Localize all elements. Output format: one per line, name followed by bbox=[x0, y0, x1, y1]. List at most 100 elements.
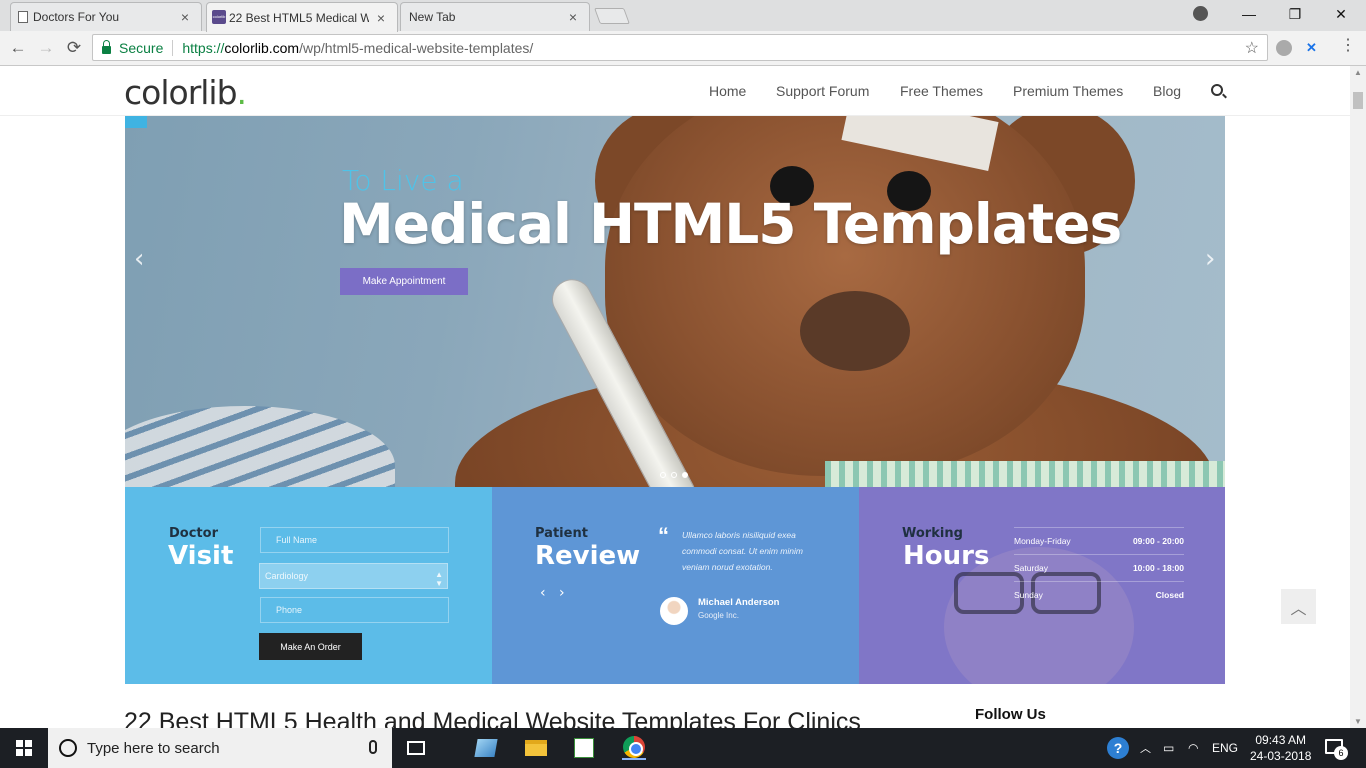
show-hidden-icons-button[interactable]: ︿ bbox=[1140, 728, 1151, 768]
nav-home[interactable]: Home bbox=[709, 83, 746, 99]
address-bar[interactable]: Secure https:// colorlib.com /wp/html5-m… bbox=[92, 34, 1268, 61]
nav-premium-themes[interactable]: Premium Themes bbox=[1013, 83, 1123, 99]
chrome-menu-icon[interactable]: ⋮ bbox=[1340, 38, 1356, 56]
folder-icon bbox=[525, 740, 547, 756]
url-scheme: https:// bbox=[182, 39, 225, 56]
search-placeholder: Type here to search bbox=[87, 739, 220, 757]
hours-row: Monday-Friday 09:00 - 20:00 bbox=[1014, 527, 1184, 554]
hours-row: Sunday Closed bbox=[1014, 581, 1184, 608]
scroll-up-icon[interactable]: ▲ bbox=[1354, 68, 1362, 77]
follow-us-heading: Follow Us bbox=[975, 706, 1046, 723]
patient-review-panel: Patient Review “ Ullamco laboris nisiliq… bbox=[492, 487, 859, 684]
url-path: /wp/html5-medical-website-templates/ bbox=[299, 39, 534, 56]
reload-button[interactable]: ⟳ bbox=[61, 35, 87, 61]
app-icon bbox=[474, 739, 498, 757]
battery-icon[interactable]: ▭ bbox=[1163, 728, 1174, 768]
nav-blog[interactable]: Blog bbox=[1153, 83, 1181, 99]
close-tab-icon[interactable]: × bbox=[373, 10, 389, 26]
close-window-button[interactable]: ✕ bbox=[1318, 0, 1364, 28]
panel-title: Review bbox=[535, 541, 641, 571]
divider bbox=[172, 39, 174, 56]
reviewer-name: Michael Anderson bbox=[698, 597, 780, 608]
profile-icon[interactable] bbox=[1193, 6, 1208, 21]
slider-dot[interactable] bbox=[671, 472, 677, 478]
extension-x-icon[interactable]: ✕ bbox=[1306, 40, 1322, 56]
hours-row: Saturday 10:00 - 18:00 bbox=[1014, 554, 1184, 581]
bear-nose-illustration bbox=[800, 291, 910, 371]
browser-toolbar: ← → ⟳ Secure https:// colorlib.com /wp/h… bbox=[0, 31, 1366, 66]
help-tray-button[interactable]: ? bbox=[1107, 728, 1129, 768]
chrome-icon bbox=[623, 736, 645, 758]
start-button[interactable] bbox=[0, 728, 48, 768]
microphone-icon[interactable] bbox=[369, 740, 377, 754]
chart-app-icon bbox=[574, 738, 594, 758]
reviewer-company: Google Inc. bbox=[698, 611, 739, 620]
tab-title: 22 Best HTML5 Medical W bbox=[229, 10, 369, 25]
wifi-icon[interactable]: ◠ bbox=[1188, 728, 1198, 768]
tab-new-tab[interactable]: New Tab × bbox=[400, 2, 590, 31]
tab-title: Doctors For You bbox=[33, 10, 120, 24]
full-name-field[interactable]: Full Name bbox=[260, 527, 449, 553]
hours-day: Sunday bbox=[1014, 590, 1043, 600]
slider-next-arrow-icon[interactable]: › bbox=[1205, 244, 1215, 274]
slider-dot-active[interactable] bbox=[682, 472, 688, 478]
working-hours-panel: Working Hours Monday-Friday 09:00 - 20:0… bbox=[859, 487, 1225, 684]
department-select[interactable]: Cardiology ▲ ▼ bbox=[259, 563, 448, 589]
panel-subtitle: Patient bbox=[535, 526, 588, 541]
language-indicator[interactable]: ENG bbox=[1212, 728, 1238, 768]
taskbar-app-button[interactable] bbox=[474, 736, 498, 760]
back-button[interactable]: ← bbox=[5, 35, 31, 61]
nav-support-forum[interactable]: Support Forum bbox=[776, 83, 869, 99]
clock-date: 24-03-2018 bbox=[1250, 749, 1312, 763]
slider-pagination bbox=[660, 472, 688, 478]
maximize-button[interactable]: ❐ bbox=[1272, 0, 1318, 28]
blanket-illustration bbox=[825, 461, 1225, 487]
page-scrollbar[interactable]: ▲ ▼ bbox=[1350, 66, 1366, 728]
taskbar-app-button[interactable] bbox=[572, 736, 596, 760]
panel-subtitle: Doctor bbox=[169, 526, 218, 541]
nav-free-themes[interactable]: Free Themes bbox=[900, 83, 983, 99]
back-to-top-button[interactable]: ︿ bbox=[1281, 589, 1316, 624]
hours-time: 09:00 - 20:00 bbox=[1132, 536, 1184, 546]
taskbar-search-box[interactable]: Type here to search bbox=[48, 728, 392, 768]
file-explorer-button[interactable] bbox=[524, 736, 548, 760]
phone-field[interactable]: Phone bbox=[260, 597, 449, 623]
help-icon: ? bbox=[1107, 737, 1129, 759]
make-an-order-button[interactable]: Make An Order bbox=[259, 633, 362, 660]
slider-dot[interactable] bbox=[660, 472, 666, 478]
tab-colorlib-medical[interactable]: colorlib 22 Best HTML5 Medical W × bbox=[206, 2, 398, 32]
scrollbar-thumb[interactable] bbox=[1353, 92, 1363, 109]
extension-icon[interactable] bbox=[1276, 40, 1292, 56]
secure-label: Secure bbox=[119, 39, 164, 56]
minimize-button[interactable]: — bbox=[1226, 0, 1272, 28]
forward-button[interactable]: → bbox=[33, 35, 59, 61]
taskbar-clock[interactable]: 09:43 AM 24-03-2018 bbox=[1250, 732, 1311, 764]
review-quote: Ullamco laboris nisiliquid exea commodi … bbox=[682, 530, 803, 572]
panel-title: Visit bbox=[168, 541, 234, 571]
bookmark-star-icon[interactable]: ☆ bbox=[1245, 38, 1259, 58]
new-tab-button[interactable] bbox=[594, 8, 630, 24]
task-view-button[interactable] bbox=[404, 736, 428, 760]
settings-badge-icon[interactable] bbox=[125, 116, 147, 128]
colorlib-logo[interactable]: colorlib. bbox=[124, 73, 247, 112]
windows-logo-icon bbox=[16, 740, 32, 756]
chrome-taskbar-button[interactable] bbox=[622, 736, 646, 760]
close-tab-icon[interactable]: × bbox=[177, 9, 193, 25]
hero-title: Medical HTML5 Templates bbox=[339, 192, 1122, 256]
doctor-visit-panel: Doctor Visit Full Name Cardiology ▲ ▼ Pho… bbox=[125, 487, 492, 684]
panel-title: Hours bbox=[903, 541, 990, 571]
hours-day: Saturday bbox=[1014, 563, 1049, 573]
review-prev-arrow-icon[interactable]: ‹ bbox=[540, 585, 546, 601]
close-tab-icon[interactable]: × bbox=[565, 9, 581, 25]
lock-icon bbox=[102, 39, 111, 54]
site-header: colorlib. Home Support Forum Free Themes… bbox=[0, 66, 1350, 116]
review-next-arrow-icon[interactable]: › bbox=[559, 585, 565, 601]
clock-time: 09:43 AM bbox=[1255, 733, 1307, 747]
search-icon[interactable] bbox=[1211, 84, 1223, 96]
slider-prev-arrow-icon[interactable]: ‹ bbox=[134, 244, 144, 274]
colorlib-favicon-icon: colorlib bbox=[212, 10, 226, 24]
tab-doctors-for-you[interactable]: Doctors For You × bbox=[10, 2, 202, 31]
make-appointment-button[interactable]: Make Appointment bbox=[340, 268, 468, 295]
hero-slider: To Live a Medical HTML5 Templates Make A… bbox=[125, 116, 1225, 487]
scroll-down-icon[interactable]: ▼ bbox=[1354, 717, 1362, 726]
